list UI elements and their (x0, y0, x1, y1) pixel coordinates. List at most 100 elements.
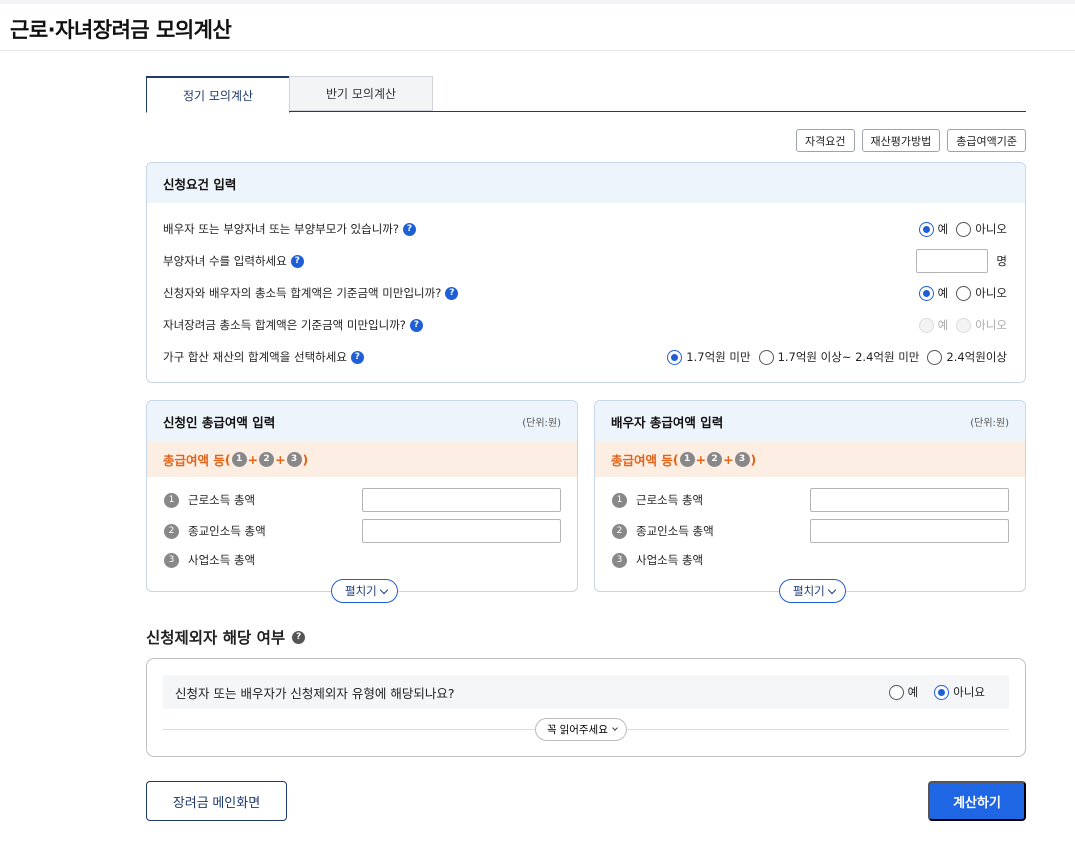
option-label: 예 (937, 318, 949, 332)
eligibility-button[interactable]: 자격요건 (796, 129, 855, 152)
tool-button-group: 자격요건 재산평가방법 총급여액기준 (796, 129, 1026, 152)
exclusion-yes-option[interactable]: 예 (888, 684, 919, 700)
help-icon[interactable]: ? (292, 630, 306, 644)
option-label: 예 (907, 685, 919, 699)
option-label: 2.4억원이상 (946, 350, 1007, 364)
option-label: 1.7억원 이상~ 2.4억원 미만 (777, 350, 920, 364)
option-label: 1.7억원 미만 (686, 350, 751, 364)
question-text: 자녀장려금 총소득 합계액은 기준금액 미만입니까? (163, 318, 406, 332)
total-label: 총급여액 등 (611, 452, 673, 468)
property-method-button[interactable]: 재산평가방법 (861, 129, 941, 152)
income-label: 사업소득 총액 (636, 553, 704, 567)
dependents-no-option[interactable]: 아니오 (956, 221, 1007, 237)
child-count-input[interactable] (916, 249, 989, 273)
radio-icon[interactable] (758, 349, 774, 365)
unit-label: 명 (996, 254, 1007, 268)
spouse-total-bar: 총급여액 등(1 +2 +3) (595, 441, 1025, 477)
question-income-total: 신청자와 배우자의 총소득 합계액은 기준금액 미만입니까?? 예 아니오 (163, 281, 1007, 305)
radio-selected-icon[interactable] (934, 684, 950, 700)
property-under-1-7-option[interactable]: 1.7억원 미만 (667, 349, 751, 365)
option-label: 아니오 (975, 286, 1007, 300)
income-label: 근로소득 총액 (188, 493, 256, 507)
spouse-expand-button[interactable]: 펼치기 (779, 579, 846, 603)
applicant-expand-button[interactable]: 펼치기 (331, 579, 398, 603)
income-label: 종교인소득 총액 (188, 524, 266, 538)
spouse-earned-income-input[interactable] (810, 488, 1009, 512)
number-icon: 1 (612, 492, 627, 508)
number-2-icon: 2 (707, 451, 723, 467)
chevron-down-icon (612, 725, 618, 731)
radio-icon[interactable] (888, 684, 904, 700)
page-title: 근로·자녀장려금 모의계산 (10, 18, 232, 42)
exclusion-panel: 신청자 또는 배우자가 신청제외자 유형에 해당되나요? 예 아니요 꼭 읽어주… (146, 658, 1026, 757)
radio-selected-icon[interactable] (918, 285, 934, 301)
dependents-yes-option[interactable]: 예 (918, 221, 949, 237)
number-3-icon: 3 (286, 451, 302, 467)
applicant-religious-income-row: 2 종교인소득 총액 (163, 519, 561, 543)
help-icon[interactable]: ? (350, 350, 364, 364)
radio-icon[interactable] (956, 285, 972, 301)
number-1-icon: 1 (231, 451, 247, 467)
spouse-religious-income-input[interactable] (810, 519, 1009, 543)
radio-icon[interactable] (927, 349, 943, 365)
question-text: 가구 합산 재산의 합계액을 선택하세요 (163, 350, 347, 364)
question-child-income: 자녀장려금 총소득 합계액은 기준금액 미만입니까?? 예 아니오 (163, 313, 1007, 337)
number-3-icon: 3 (734, 451, 750, 467)
income-yes-option[interactable]: 예 (918, 285, 949, 301)
property-over-2-4-option[interactable]: 2.4억원이상 (927, 349, 1007, 365)
radio-disabled-icon (956, 317, 972, 333)
unit-label: (단위:원) (522, 417, 561, 429)
option-label: 아니요 (953, 685, 985, 699)
radio-icon[interactable] (956, 221, 972, 237)
requirements-header: 신청요건 입력 (147, 163, 1025, 203)
number-icon: 2 (164, 523, 179, 539)
spouse-income-panel: 배우자 총급여액 입력 (단위:원) 총급여액 등(1 +2 +3) 1 근로소득 총… (594, 400, 1026, 592)
calculate-button[interactable]: 계산하기 (928, 781, 1026, 821)
exclusion-question: 신청자 또는 배우자가 신청제외자 유형에 해당되나요? (175, 685, 455, 701)
salary-criteria-button[interactable]: 총급여액기준 (947, 129, 1026, 152)
top-bar (0, 0, 1075, 4)
question-text: 배우자 또는 부양자녀 또는 부양부모가 있습니까? (163, 222, 399, 236)
help-icon[interactable]: ? (445, 286, 459, 300)
title-divider (0, 50, 1075, 51)
help-icon[interactable]: ? (402, 222, 416, 236)
applicant-earned-income-input[interactable] (362, 488, 561, 512)
tab-bar: 정기 모의계산 반기 모의계산 (146, 76, 1026, 113)
option-label: 아니오 (975, 222, 1007, 236)
number-1-icon: 1 (679, 451, 695, 467)
spouse-title: 배우자 총급여액 입력 (611, 414, 724, 430)
income-label: 근로소득 총액 (636, 493, 704, 507)
radio-disabled-icon (918, 317, 934, 333)
main-page-button[interactable]: 장려금 메인화면 (146, 781, 287, 821)
number-icon: 3 (612, 552, 627, 568)
must-read-label: 꼭 읽어주세요 (547, 724, 608, 736)
child-income-no-option: 아니오 (956, 317, 1007, 333)
income-no-option[interactable]: 아니오 (956, 285, 1007, 301)
help-icon[interactable]: ? (290, 254, 304, 268)
chevron-down-icon (379, 585, 388, 594)
chevron-down-icon (827, 585, 836, 594)
requirements-title: 신청요건 입력 (163, 176, 237, 192)
question-property: 가구 합산 재산의 합계액을 선택하세요? 1.7억원 미만 1.7억원 이상~… (163, 345, 1007, 369)
property-1-7-to-2-4-option[interactable]: 1.7억원 이상~ 2.4억원 미만 (758, 349, 920, 365)
help-icon[interactable]: ? (409, 318, 423, 332)
applicant-income-panel: 신청인 총급여액 입력 (단위:원) 총급여액 등(1 +2 +3) 1 근로소득 총… (146, 400, 578, 592)
spouse-business-income-row: 3 사업소득 총액 (611, 548, 1009, 572)
expand-label: 펼치기 (345, 586, 377, 598)
tab-regular[interactable]: 정기 모의계산 (146, 76, 290, 113)
applicant-religious-income-input[interactable] (362, 519, 561, 543)
radio-selected-icon[interactable] (667, 349, 683, 365)
total-label: 총급여액 등 (163, 452, 225, 468)
exclusion-no-option[interactable]: 아니요 (934, 684, 985, 700)
question-child-count: 부양자녀 수를 입력하세요? 명 (163, 249, 1007, 273)
number-icon: 2 (612, 523, 627, 539)
income-label: 사업소득 총액 (188, 553, 256, 567)
option-label: 예 (937, 222, 949, 236)
income-label: 종교인소득 총액 (636, 524, 714, 538)
tab-semiannual[interactable]: 반기 모의계산 (289, 76, 433, 111)
exclusion-question-row: 신청자 또는 배우자가 신청제외자 유형에 해당되나요? 예 아니요 (163, 675, 1009, 709)
option-label: 예 (937, 286, 949, 300)
must-read-button[interactable]: 꼭 읽어주세요 (535, 718, 627, 741)
radio-selected-icon[interactable] (918, 221, 934, 237)
applicant-business-income-row: 3 사업소득 총액 (163, 548, 561, 572)
